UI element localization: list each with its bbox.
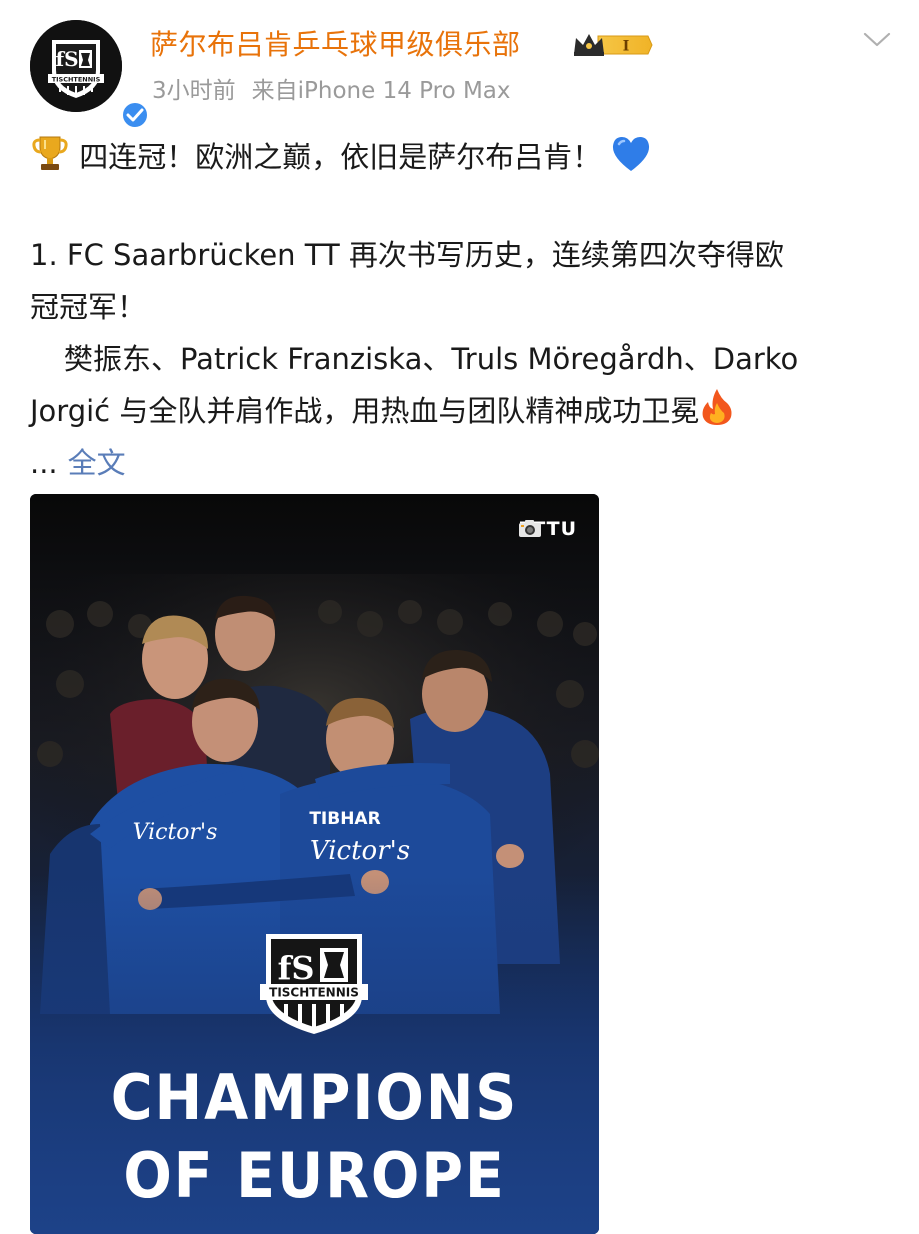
vip-level: I (623, 39, 630, 55)
body-line: 樊振东、Patrick Franziska、Truls Möregårdh、Da… (64, 342, 799, 376)
svg-text:fS: fS (278, 949, 315, 987)
body-line: ... 全文 (30, 437, 890, 489)
body-line: 1. FC Saarbrücken TT 再次书写历史，连续第四次夺得欧 (30, 238, 784, 272)
chevron-down-icon[interactable] (862, 28, 892, 52)
avatar-logo-text: TISCHTENNIS (52, 76, 101, 84)
fire-icon (702, 389, 732, 425)
svg-text:fS: fS (55, 47, 78, 71)
jersey-sponsor-victors-left: Victor's (133, 820, 218, 845)
blue-heart-icon (613, 137, 650, 171)
body-line: Jorgić 与全队并肩作战，用热血与团队精神成功卫冕 (30, 385, 890, 437)
full-text-link[interactable]: 全文 (68, 446, 126, 480)
ellipsis: ... (30, 446, 58, 480)
user-name[interactable]: 萨尔布吕肯乒乓球甲级俱乐部 (150, 28, 521, 62)
camera-icon (519, 520, 542, 537)
post-header: fS TISCHTENNIS 萨尔布吕肯乒乓球甲级俱乐部 I 3小时前 来自iP… (0, 0, 919, 130)
post-source: 来自iPhone 14 Pro Max (251, 78, 511, 104)
jersey-sponsor-victors: Victor's (310, 836, 410, 866)
post-time: 3小时前 (152, 78, 236, 104)
vip-crown-badge-icon[interactable]: I (572, 30, 654, 60)
photo-logo-text: TISCHTENNIS (269, 986, 359, 1000)
post-meta: 3小时前 来自iPhone 14 Pro Max (152, 76, 527, 106)
team-celebration-photo: TIBHAR Victor's Victor's fS TISCHTENNIS (30, 494, 599, 1234)
body-line-text: Jorgić 与全队并肩作战，用热血与团队精神成功卫冕 (30, 394, 700, 428)
post-body: 1. FC Saarbrücken TT 再次书写历史，连续第四次夺得欧 冠冠军… (30, 229, 890, 489)
post-headline: 四连冠！欧洲之巅，依旧是萨尔布吕肯！ (30, 131, 890, 183)
body-line: 冠冠军！ (30, 290, 147, 324)
post-image[interactable]: TIBHAR Victor's Victor's fS TISCHTENNIS (30, 494, 599, 1234)
photo-credit: ETTU (518, 518, 577, 540)
avatar[interactable]: fS TISCHTENNIS (30, 20, 150, 130)
club-logo-icon: fS TISCHTENNIS (30, 20, 122, 112)
trophy-icon (32, 136, 68, 170)
verified-badge-icon (120, 100, 150, 130)
jersey-sponsor-tibhar: TIBHAR (309, 809, 380, 829)
headline-text: 四连冠！欧洲之巅，依旧是萨尔布吕肯！ (79, 140, 602, 174)
